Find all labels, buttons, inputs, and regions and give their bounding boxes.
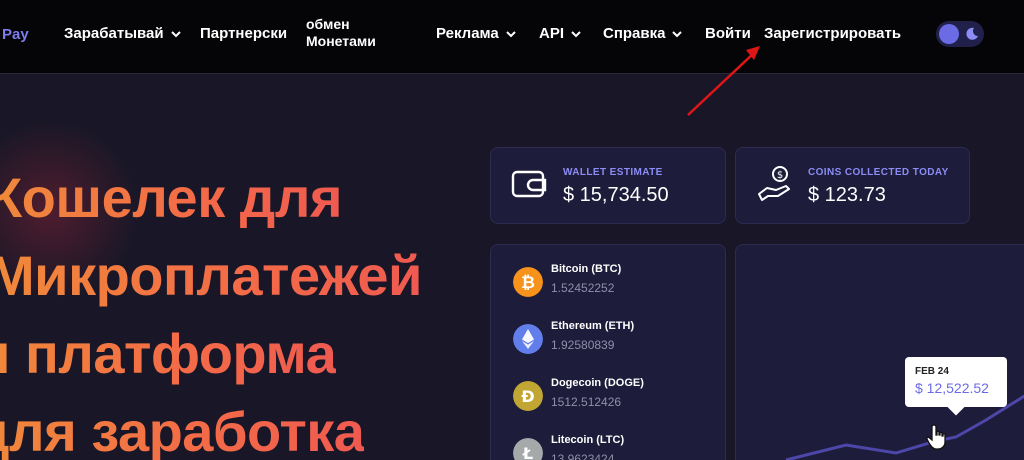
wallet-icon: [511, 170, 547, 198]
theme-toggle[interactable]: [936, 21, 984, 47]
chevron-down-icon: [170, 30, 181, 37]
nav-partners-link[interactable]: Партнерски: [200, 25, 287, 42]
tooltip-date: FEB 24: [915, 366, 949, 377]
list-item-coin-ethereum[interactable]: Ethereum (ETH) 1.92580839: [511, 318, 771, 362]
nav-api-menu[interactable]: API: [539, 25, 582, 42]
hand-coin-icon: $: [758, 166, 790, 201]
svg-text:₿: ₿: [521, 273, 535, 293]
list-item-coin-dogecoin[interactable]: Đ Dogecoin (DOGE) 1512.512426: [511, 375, 771, 419]
nav-earn-menu[interactable]: Зарабатывай: [64, 25, 182, 42]
register-label: Зарегистрировать: [764, 25, 902, 42]
list-item-coin-litecoin[interactable]: Ł Litecoin (LTC) 13.9623424: [511, 432, 771, 460]
tooltip-value: $ 12,522.52: [915, 380, 989, 396]
nav-earn-label: Зарабатывай: [64, 25, 164, 42]
coins-collected-label: COINS COLLECTED TODAY: [808, 167, 949, 178]
nav-exchange-line1: обмен: [306, 16, 350, 32]
hand-cursor-icon: [926, 424, 946, 450]
chevron-down-icon: [672, 30, 683, 37]
red-arrow-annotation-icon: [687, 46, 760, 116]
coin-amount: 1.92580839: [551, 338, 615, 352]
coins-collected-value: $ 123.73: [808, 184, 886, 206]
coin-amount: 1512.512426: [551, 395, 622, 409]
litecoin-icon: Ł: [513, 438, 543, 460]
coin-balances-card: ₿ Bitcoin (BTC) 1.52452252 Ethereum (ETH…: [490, 244, 726, 460]
dogecoin-icon: Đ: [513, 381, 543, 411]
bitcoin-icon: ₿: [513, 267, 543, 297]
coin-name: Bitcoin (BTC): [551, 263, 622, 275]
wallet-estimate-card: WALLET ESTIMATE $ 15,734.50: [490, 147, 726, 224]
site-logo[interactable]: Pay: [2, 26, 29, 43]
coins-collected-card: $ COINS COLLECTED TODAY $ 123.73: [735, 147, 970, 224]
nav-exchange-line2: Монетами: [306, 33, 376, 49]
coin-name: Ethereum (ETH): [551, 320, 635, 332]
chevron-down-icon: [506, 30, 516, 37]
hero-title-line-1: Кошелек для: [0, 165, 343, 230]
hero-title-line-2: Микроплатежей: [0, 243, 422, 308]
wallet-estimate-value: $ 15,734.50: [563, 184, 669, 206]
coin-name: Litecoin (LTC): [551, 434, 625, 446]
nav-help-menu[interactable]: Справка: [603, 25, 683, 42]
nav-api-label: API: [539, 25, 565, 42]
nav-ads-label: Реклама: [436, 25, 499, 42]
chevron-down-icon: [571, 30, 581, 37]
top-navigation-bar: Pay Зарабатывай Партнерски обмен Монетам…: [0, 0, 1024, 74]
ethereum-icon: [513, 324, 543, 354]
register-link[interactable]: Зарегистрировать: [764, 25, 901, 42]
list-item-coin-bitcoin[interactable]: ₿ Bitcoin (BTC) 1.52452252: [511, 261, 771, 305]
hero-title-line-3: и платформа: [0, 321, 337, 386]
nav-partners-label: Партнерски: [200, 25, 288, 42]
hero-title-line-4: для заработка: [0, 399, 365, 460]
coin-amount: 13.9623424: [551, 452, 615, 460]
nav-help-label: Справка: [603, 25, 666, 42]
svg-text:$: $: [777, 170, 783, 181]
coin-name: Dogecoin (DOGE): [551, 377, 644, 389]
chart-tooltip: FEB 24 $ 12,522.52: [905, 357, 1007, 416]
nav-coin-exchange-link[interactable]: обмен Монетами: [306, 16, 376, 50]
coin-amount: 1.52452252: [551, 281, 615, 295]
wallet-estimate-label: WALLET ESTIMATE: [563, 167, 663, 178]
nav-ads-menu[interactable]: Реклама: [436, 25, 517, 42]
svg-text:Ł: Ł: [522, 444, 533, 460]
svg-text:Đ: Đ: [521, 387, 534, 406]
toggle-knob: [939, 24, 959, 44]
balance-line-chart: [785, 394, 1024, 460]
moon-icon: [966, 27, 978, 40]
balance-chart-card: [735, 244, 1024, 460]
